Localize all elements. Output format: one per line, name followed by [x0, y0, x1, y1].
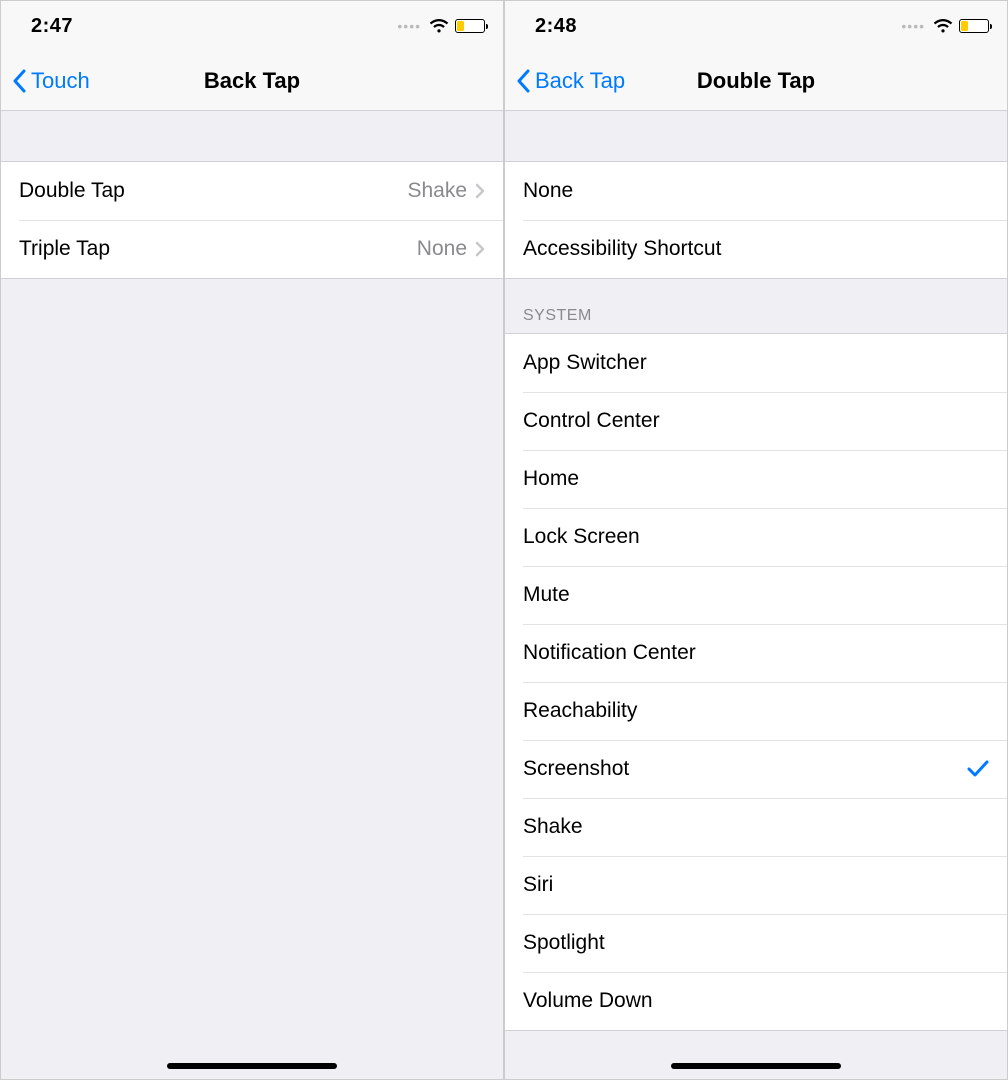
content-area: None Accessibility Shortcut SYSTEM App Sw…	[505, 111, 1007, 1079]
back-label: Back Tap	[535, 68, 625, 94]
row-value: Shake	[407, 179, 485, 203]
row-label: Volume Down	[523, 989, 653, 1013]
option-row-mute[interactable]: Mute	[505, 566, 1007, 624]
row-label: Screenshot	[523, 757, 629, 781]
option-row-spotlight[interactable]: Spotlight	[505, 914, 1007, 972]
section-header-system: SYSTEM	[505, 279, 1007, 333]
row-label: Reachability	[523, 699, 637, 723]
option-row-control-center[interactable]: Control Center	[505, 392, 1007, 450]
row-label: Siri	[523, 873, 553, 897]
option-row-accessibility-shortcut[interactable]: Accessibility Shortcut	[505, 220, 1007, 278]
nav-bar: Touch Back Tap	[1, 51, 503, 111]
checkmark-icon	[967, 760, 989, 778]
option-row-lock-screen[interactable]: Lock Screen	[505, 508, 1007, 566]
row-triple-tap[interactable]: Triple Tap None	[1, 220, 503, 278]
status-time: 2:47	[31, 15, 73, 38]
option-row-volume-down[interactable]: Volume Down	[505, 972, 1007, 1030]
phone-screen-double-tap: 2:48 •••• Back Tap Double Tap None Access…	[504, 0, 1008, 1080]
row-label: Triple Tap	[19, 237, 110, 261]
system-options-group: App Switcher Control Center Home Lock Scree…	[505, 333, 1007, 1031]
option-row-shake[interactable]: Shake	[505, 798, 1007, 856]
back-button[interactable]: Touch	[1, 68, 90, 94]
status-indicators: ••••	[901, 18, 989, 34]
status-indicators: ••••	[397, 18, 485, 34]
option-row-none[interactable]: None	[505, 162, 1007, 220]
row-label: Accessibility Shortcut	[523, 237, 721, 261]
row-double-tap[interactable]: Double Tap Shake	[1, 162, 503, 220]
row-label: Mute	[523, 583, 570, 607]
row-label: Spotlight	[523, 931, 605, 955]
row-label: Lock Screen	[523, 525, 640, 549]
row-label: Control Center	[523, 409, 660, 433]
nav-title: Back Tap	[204, 68, 300, 94]
content-area: Double Tap Shake Triple Tap None	[1, 111, 503, 1079]
status-time: 2:48	[535, 15, 577, 38]
option-row-siri[interactable]: Siri	[505, 856, 1007, 914]
back-button[interactable]: Back Tap	[505, 68, 625, 94]
top-options-group: None Accessibility Shortcut	[505, 161, 1007, 279]
back-label: Touch	[31, 68, 90, 94]
phone-screen-back-tap: 2:47 •••• Touch Back Tap Doubl	[0, 0, 504, 1080]
wifi-icon	[933, 19, 953, 34]
row-label: Notification Center	[523, 641, 696, 665]
nav-title: Double Tap	[697, 68, 815, 94]
row-label: Double Tap	[19, 179, 125, 203]
home-indicator[interactable]	[167, 1063, 337, 1069]
chevron-left-icon	[11, 69, 27, 93]
tap-options-group: Double Tap Shake Triple Tap None	[1, 161, 503, 279]
dots-icon: ••••	[901, 18, 925, 34]
option-row-screenshot[interactable]: Screenshot	[505, 740, 1007, 798]
status-bar: 2:48 ••••	[505, 1, 1007, 51]
nav-bar: Back Tap Double Tap	[505, 51, 1007, 111]
option-row-reachability[interactable]: Reachability	[505, 682, 1007, 740]
option-row-home[interactable]: Home	[505, 450, 1007, 508]
row-label: Shake	[523, 815, 583, 839]
battery-icon	[455, 19, 485, 33]
row-value: None	[417, 237, 485, 261]
option-row-app-switcher[interactable]: App Switcher	[505, 334, 1007, 392]
row-label: Home	[523, 467, 579, 491]
row-label: None	[523, 179, 573, 203]
home-indicator[interactable]	[671, 1063, 841, 1069]
battery-icon	[959, 19, 989, 33]
wifi-icon	[429, 19, 449, 34]
option-row-notification-center[interactable]: Notification Center	[505, 624, 1007, 682]
chevron-right-icon	[475, 241, 485, 257]
chevron-left-icon	[515, 69, 531, 93]
status-bar: 2:47 ••••	[1, 1, 503, 51]
dots-icon: ••••	[397, 18, 421, 34]
chevron-right-icon	[475, 183, 485, 199]
row-label: App Switcher	[523, 351, 647, 375]
